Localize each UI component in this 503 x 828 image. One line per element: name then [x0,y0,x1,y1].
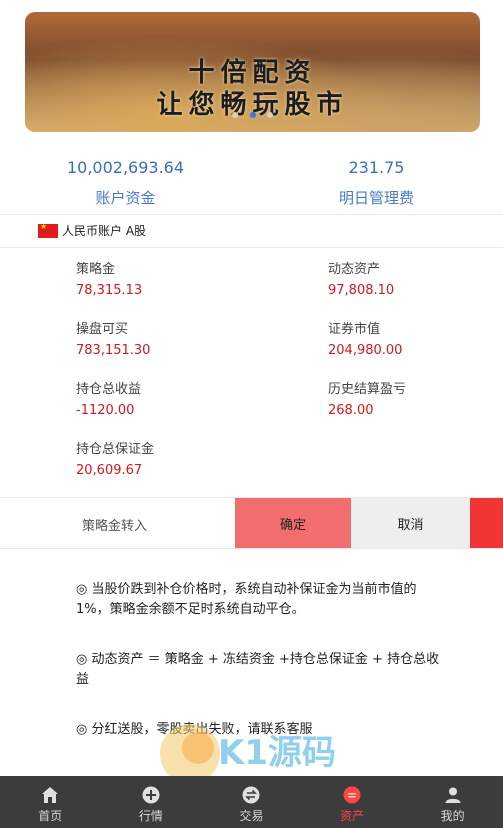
user-icon [445,787,461,803]
stat-strategy-funds: 策略金 78,315.13 [76,258,142,298]
account-type-bar: 人民币账户 A股 [0,214,503,248]
stat-settled-pnl: 历史结算盈亏 268.00 [328,378,406,418]
confirm-button[interactable]: 确定 [235,498,351,548]
extra-action-button[interactable] [470,498,503,548]
stat-label: 证券市值 [328,322,381,337]
stat-label: 操盘可买 [76,322,129,337]
management-fee-label: 明日管理费 [338,189,414,207]
stat-value: 268.00 [328,403,374,418]
management-fee-summary: 231.75 明日管理费 [251,158,502,208]
account-funds-label: 账户资金 [95,189,156,207]
stat-label: 历史结算盈亏 [328,382,407,397]
plus-circle-icon [142,786,160,804]
stat-buying-power: 操盘可买 783,151.30 [76,318,150,358]
transfer-input[interactable]: 策略金转入 [82,515,147,534]
tab-profile[interactable]: 我的 [402,776,503,828]
tab-assets[interactable]: 资产 [302,776,403,828]
transfer-row: 策略金转入 确定 取消 [0,497,503,549]
tab-label: 首页 [38,809,63,823]
stat-label: 持仓总保证金 [76,442,155,457]
stat-value: -1120.00 [76,403,135,418]
stat-label: 持仓总收益 [76,382,142,397]
account-type-label: 人民币账户 A股 [62,224,147,238]
asset-icon [343,786,361,804]
stat-value: 783,151.30 [76,343,151,358]
stat-label: 动态资产 [328,262,381,277]
tab-label: 行情 [138,809,163,823]
note-dynamic-assets: ◎ 动态资产 ＝ 策略金 + 冻结资金 +持仓总保证金 + 持仓总收益 [76,652,440,687]
tab-home[interactable]: 首页 [0,776,101,828]
tab-label: 我的 [440,809,465,823]
stat-position-margin: 持仓总保证金 20,609.67 [76,438,154,478]
stat-value: 204,980.00 [328,343,403,358]
cancel-button[interactable]: 取消 [351,498,470,548]
stat-value: 20,609.67 [76,463,143,478]
stat-value: 97,808.10 [328,283,395,298]
tab-trade[interactable]: 交易 [201,776,302,828]
note-dividends: ◎ 分红送股，零股卖出失败，请联系客服 [76,722,313,737]
note-auto-margin: ◎ 当股价跌到补仓价格时，系统自动补保证金为当前市值的1%，策略金余额不足时系统… [76,582,417,617]
stat-dynamic-assets: 动态资产 97,808.10 [328,258,394,298]
carousel-dot[interactable] [232,112,239,118]
stat-value: 78,315.13 [76,283,143,298]
promo-banner[interactable]: 十倍配资 让您畅玩股市 [25,12,480,132]
trade-icon [242,786,260,804]
tab-label: 资产 [340,809,365,823]
management-fee-value: 231.75 [348,158,405,177]
account-funds-summary: 10,002,693.64 账户资金 [0,158,251,208]
bottom-tab-bar: 首页 行情 交易 资产 我的 [0,776,503,828]
carousel-dot-active[interactable] [249,112,256,118]
stat-label: 策略金 [76,262,116,277]
home-icon [42,787,59,803]
carousel-dot[interactable] [266,112,273,118]
tab-market[interactable]: 行情 [101,776,202,828]
stat-position-profit: 持仓总收益 -1120.00 [76,378,141,418]
account-funds-value: 10,002,693.64 [66,158,185,177]
stat-securities-value: 证券市值 204,980.00 [328,318,402,358]
china-flag-icon [38,222,58,238]
carousel-dots[interactable] [25,103,480,122]
tab-label: 交易 [239,809,264,823]
